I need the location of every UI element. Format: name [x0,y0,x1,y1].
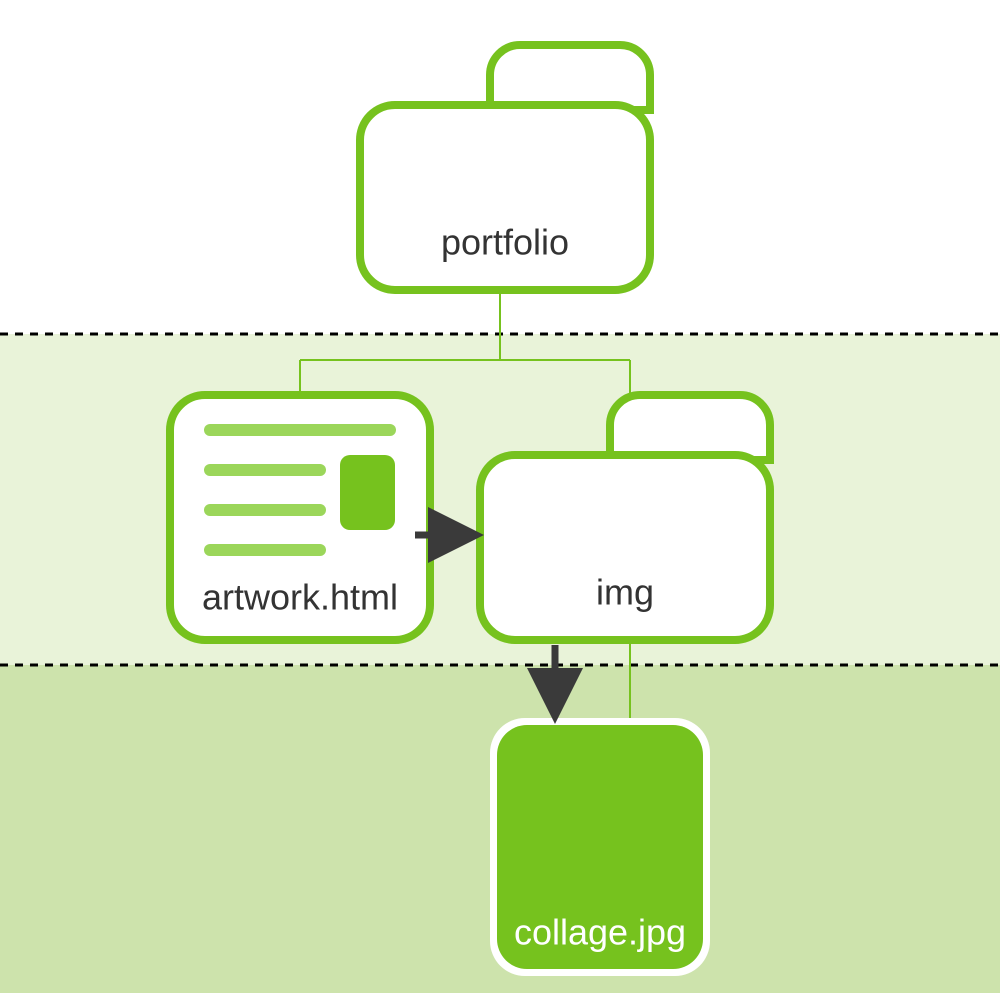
file-artwork-html: artwork.html [170,395,430,640]
file-structure-diagram: portfolio artwork.html img collage.jpg [0,0,1000,993]
folder-img-label: img [596,572,654,613]
image-thumb-icon [340,455,395,530]
file-collage-label: collage.jpg [514,912,686,953]
file-artwork-label: artwork.html [202,577,398,618]
folder-portfolio-label: portfolio [441,222,569,263]
file-collage-jpg: collage.jpg [490,718,710,976]
